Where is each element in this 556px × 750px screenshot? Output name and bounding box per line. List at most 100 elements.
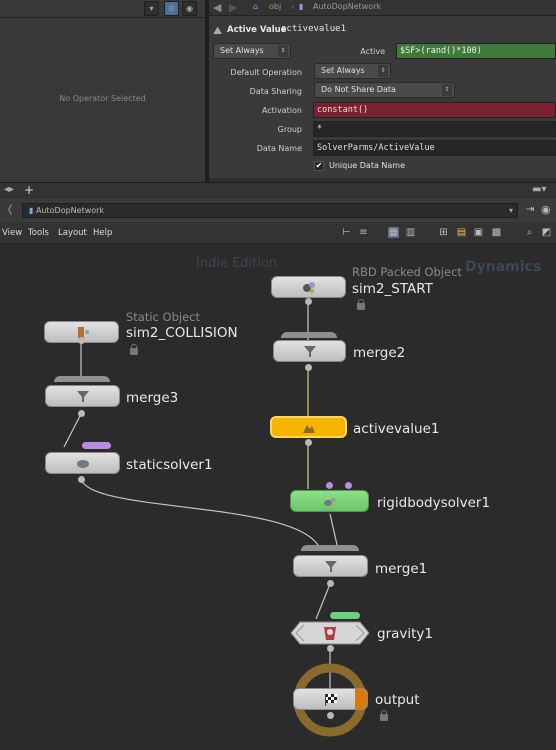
node-name-field[interactable]: activevalue1 <box>281 24 346 34</box>
menu-tools[interactable]: Tools <box>28 228 49 238</box>
menu-layout[interactable]: Layout <box>58 228 87 238</box>
grid-icon[interactable]: ▥ <box>405 227 416 238</box>
empty-operator-pane <box>0 0 205 182</box>
node-label: rigidbodysolver1 <box>377 495 491 511</box>
activation-field[interactable]: constant() <box>313 102 556 118</box>
path-segment-network[interactable]: AutoDopNetwork <box>313 2 381 11</box>
layout-icon[interactable]: ⊞ <box>438 227 449 238</box>
output-connector[interactable] <box>327 712 334 719</box>
menu-view[interactable]: View <box>2 228 22 238</box>
node-label: output <box>375 692 420 708</box>
wire-staticsolver-merge1 <box>80 476 321 550</box>
output-connector[interactable] <box>78 337 85 344</box>
parameter-header: ⛰ Active Value activevalue1 <box>209 22 556 40</box>
output-connector[interactable] <box>305 298 312 305</box>
node-rigidbodysolver1[interactable] <box>290 490 369 512</box>
wire-rbdsolver-merge1 <box>329 513 339 550</box>
node-sim2-start[interactable] <box>271 276 346 298</box>
node-merge3[interactable] <box>45 385 120 407</box>
subdata-dot <box>326 482 333 489</box>
display-options-icon[interactable]: ▩ <box>491 227 502 238</box>
node-type-icon: ⛰ <box>213 24 223 37</box>
data-name-label: Data Name <box>256 144 302 153</box>
active-value-icon <box>302 425 315 433</box>
list-view-icon[interactable]: ≡ <box>358 227 369 238</box>
search-icon[interactable]: ⌕ <box>524 227 535 238</box>
add-tab-icon[interactable]: + <box>24 183 34 197</box>
back-arrow-icon[interactable]: ◀ <box>213 1 221 14</box>
node-activevalue1[interactable] <box>270 416 347 438</box>
image-icon[interactable]: ▣ <box>473 227 484 238</box>
data-sharing-menu[interactable]: Do Not Share Data ⇕ <box>314 82 455 98</box>
rbd-packed-object-icon <box>302 282 315 293</box>
merge-funnel-icon <box>303 346 316 357</box>
help-icon[interactable]: ◉ <box>182 1 197 16</box>
frame-icon[interactable]: ◩ <box>541 227 552 238</box>
menu-help[interactable]: Help <box>93 228 112 238</box>
output-connector[interactable] <box>327 580 334 587</box>
lock-icon <box>380 710 388 721</box>
node-label: merge1 <box>375 561 428 577</box>
gravity-icon <box>324 627 336 640</box>
output-connector[interactable] <box>305 364 312 371</box>
menu-arrow-icon: ⇕ <box>378 65 388 77</box>
node-type-label: Static Object <box>126 310 200 324</box>
static-solver-icon <box>76 460 89 468</box>
pane-menu-icon[interactable]: ▬▾ <box>532 184 546 195</box>
active-expression-field[interactable]: $SF>(rand()*100) <box>396 43 556 59</box>
network-canvas[interactable]: Indie Edition Dynamics RBD Packed Object… <box>0 244 556 750</box>
default-operation-value: Set Always <box>321 66 365 75</box>
data-sharing-value: Do Not Share Data <box>321 85 396 94</box>
output-connector[interactable] <box>305 439 312 446</box>
node-output[interactable] <box>293 688 368 710</box>
active-label: Active <box>360 47 385 56</box>
node-type-label: Active Value <box>227 25 287 35</box>
tree-view-icon[interactable]: ⊢ <box>341 227 352 238</box>
checkered-flag-icon <box>324 694 337 706</box>
rigid-body-solver-icon <box>323 498 336 506</box>
data-name-field[interactable]: SolverParms/ActiveValue <box>313 140 556 156</box>
dop-network-icon: ▮ <box>29 206 36 215</box>
display-flag[interactable] <box>355 689 367 709</box>
data-sharing-label: Data Sharing <box>249 87 302 96</box>
node-merge2[interactable] <box>273 340 346 362</box>
set-always-menu[interactable]: Set Always ⇕ <box>213 43 291 59</box>
dropdown-arrow-icon[interactable]: ▾ <box>509 204 513 217</box>
pane-tab-strip: ◂▸ + ▬▾ <box>0 182 556 199</box>
node-gravity1[interactable] <box>290 621 370 645</box>
node-label: merge3 <box>126 390 179 406</box>
forward-arrow-icon[interactable]: ▶ <box>229 1 237 14</box>
node-staticsolver1[interactable] <box>45 452 120 474</box>
subdata-indicator <box>330 612 360 619</box>
path-segment-obj[interactable]: obj <box>269 2 281 11</box>
network-view-icon[interactable]: ▦ <box>388 227 399 238</box>
lock-icon <box>130 344 138 355</box>
tab-arrows-icon[interactable]: ◂▸ <box>4 184 14 195</box>
group-field[interactable]: * <box>313 121 556 137</box>
output-connector[interactable] <box>327 645 334 652</box>
node-label: staticsolver1 <box>126 457 213 473</box>
path-left-arrow-icon[interactable]: ❬ <box>6 204 14 215</box>
help-icon[interactable]: ◉ <box>541 203 551 216</box>
default-operation-label: Default Operation <box>230 68 302 77</box>
node-label: activevalue1 <box>353 421 440 437</box>
network-icon: ⌂ <box>253 2 259 11</box>
pin-icon[interactable]: ⊙ <box>164 1 179 16</box>
activation-label: Activation <box>261 106 302 115</box>
sticky-note-icon[interactable]: ▤ <box>456 227 467 238</box>
pin-icon[interactable]: ⇥ <box>526 204 534 215</box>
default-operation-menu[interactable]: Set Always ⇕ <box>314 63 391 79</box>
node-label: sim2_COLLISION <box>126 325 238 341</box>
parameter-path-bar: ◀ ▶ ⌂ obj › ▮ AutoDopNetwork <box>209 0 556 16</box>
merge-cap <box>301 545 359 551</box>
merge-funnel-icon <box>76 391 89 402</box>
output-connector[interactable] <box>78 476 85 483</box>
network-menu-bar: View Tools Layout Help ⊢ ≡ ▦ ▥ ⊞ ▤ ▣ ▩ ⌕… <box>0 222 556 244</box>
subdata-dot <box>345 482 352 489</box>
node-merge1[interactable] <box>293 555 368 577</box>
dropdown-arrow-icon[interactable]: ▾ <box>144 1 159 16</box>
unique-data-name-checkbox[interactable]: ✔ <box>314 161 324 171</box>
dop-network-icon: ▮ <box>299 2 304 11</box>
network-path-field[interactable]: ▮ AutoDopNetwork ▾ <box>22 203 518 218</box>
output-connector[interactable] <box>78 410 85 417</box>
